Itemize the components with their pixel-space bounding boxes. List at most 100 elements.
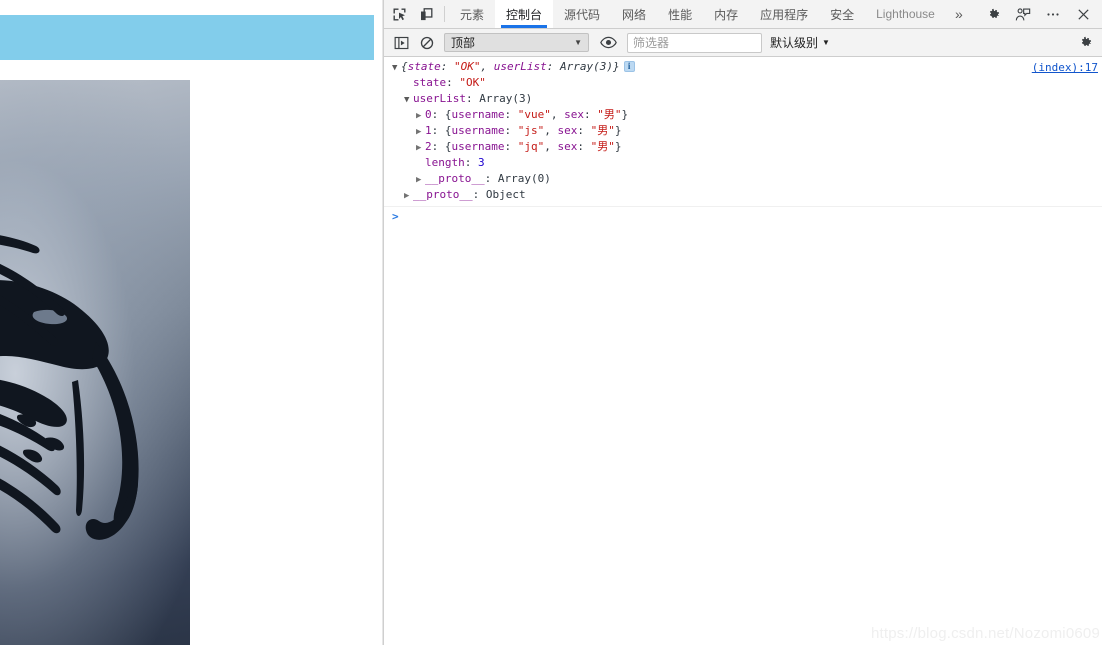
tab-label: 网络 bbox=[622, 6, 646, 23]
console-token: state bbox=[408, 60, 441, 73]
web-page-viewport bbox=[0, 0, 383, 645]
console-message-group: ▼{state: "OK", userList: Array(3)}i▶stat… bbox=[384, 57, 1102, 207]
console-level-value: 默认级别 bbox=[770, 34, 818, 51]
console-token: 2 bbox=[425, 140, 432, 153]
disclosure-triangle-closed-icon[interactable]: ▶ bbox=[404, 188, 413, 204]
console-token: : { bbox=[432, 124, 452, 137]
console-token: , bbox=[544, 124, 557, 137]
console-token: : bbox=[466, 92, 479, 105]
console-output[interactable]: ▼{state: "OK", userList: Array(3)}i▶stat… bbox=[384, 57, 1102, 645]
console-token: length bbox=[425, 156, 465, 169]
console-token: } bbox=[615, 124, 622, 137]
tab-label: 安全 bbox=[830, 6, 854, 23]
disclosure-triangle-closed-icon[interactable]: ▶ bbox=[416, 124, 425, 140]
chevron-down-icon: ▼ bbox=[574, 38, 582, 47]
console-token: sex bbox=[557, 124, 577, 137]
console-token: __proto__ bbox=[413, 188, 473, 201]
console-token: Object bbox=[486, 188, 526, 201]
console-token: 1 bbox=[425, 124, 432, 137]
console-sidebar-icon[interactable] bbox=[388, 30, 414, 56]
console-token: "OK" bbox=[459, 76, 486, 89]
settings-gear-icon[interactable] bbox=[978, 0, 1008, 28]
disclosure-triangle-closed-icon[interactable]: ▶ bbox=[416, 172, 425, 188]
disclosure-triangle-open-icon[interactable]: ▼ bbox=[404, 92, 413, 108]
console-token: 3 bbox=[478, 156, 485, 169]
console-token: : bbox=[577, 124, 590, 137]
console-token: { bbox=[401, 60, 408, 73]
tabbar-separator bbox=[444, 6, 445, 22]
console-object-tree[interactable]: ▼{state: "OK", userList: Array(3)}i▶stat… bbox=[384, 59, 1102, 203]
tab-performance[interactable]: 性能 bbox=[657, 0, 703, 28]
console-filter-input[interactable] bbox=[627, 33, 762, 53]
watermark-text: https://blog.csdn.net/Nozomi0609 bbox=[871, 625, 1100, 642]
tab-label: 性能 bbox=[668, 6, 692, 23]
console-tree-line[interactable]: ▶__proto__: Array(0) bbox=[384, 171, 1102, 187]
tab-application[interactable]: 应用程序 bbox=[749, 0, 819, 28]
console-level-select[interactable]: 默认级别 ▼ bbox=[770, 34, 830, 51]
disclosure-triangle-closed-icon[interactable]: ▶ bbox=[416, 140, 425, 156]
console-tree-line[interactable]: ▶length: 3 bbox=[384, 155, 1102, 171]
tab-security[interactable]: 安全 bbox=[819, 0, 865, 28]
feedback-icon[interactable] bbox=[1008, 0, 1038, 28]
console-token: : bbox=[547, 60, 560, 73]
execution-context-select[interactable]: 顶部 ▼ bbox=[444, 33, 589, 52]
tabbar-actions bbox=[978, 0, 1102, 28]
console-tree-line[interactable]: ▶state: "OK" bbox=[384, 75, 1102, 91]
live-expression-icon[interactable] bbox=[595, 30, 621, 56]
more-options-icon[interactable] bbox=[1038, 0, 1068, 28]
console-token: "OK" bbox=[454, 60, 481, 73]
console-tree-line[interactable]: ▶__proto__: Object bbox=[384, 187, 1102, 203]
disclosure-spacer: ▶ bbox=[416, 156, 425, 172]
console-settings-icon[interactable] bbox=[1072, 30, 1098, 56]
clear-console-icon[interactable] bbox=[414, 30, 440, 56]
close-devtools-icon[interactable] bbox=[1068, 0, 1098, 28]
console-token: } bbox=[615, 140, 622, 153]
tab-label: 控制台 bbox=[506, 6, 542, 23]
console-token: username bbox=[452, 124, 505, 137]
devtools-panel: 元素 控制台 源代码 网络 性能 内存 应用程序 安全 Lighthouse » bbox=[383, 0, 1102, 645]
console-token: : bbox=[473, 188, 486, 201]
disclosure-spacer: ▶ bbox=[404, 76, 413, 92]
console-tree-line[interactable]: ▼{state: "OK", userList: Array(3)}i bbox=[384, 59, 1102, 75]
console-token: Array(3) bbox=[560, 60, 613, 73]
console-token: , bbox=[544, 140, 557, 153]
console-token: userList bbox=[413, 92, 466, 105]
console-token: : bbox=[577, 140, 590, 153]
device-toolbar-icon[interactable] bbox=[413, 0, 440, 28]
console-token: "vue" bbox=[518, 108, 551, 121]
tab-label: 应用程序 bbox=[760, 6, 808, 23]
console-token: } bbox=[621, 108, 628, 121]
console-token: username bbox=[452, 108, 505, 121]
tab-console[interactable]: 控制台 bbox=[495, 0, 553, 28]
console-token: Array(3) bbox=[479, 92, 532, 105]
console-token: "jq" bbox=[518, 140, 545, 153]
console-token: : bbox=[485, 172, 498, 185]
console-tree-line[interactable]: ▶1: {username: "js", sex: "男"} bbox=[384, 123, 1102, 139]
tab-network[interactable]: 网络 bbox=[611, 0, 657, 28]
console-tree-line[interactable]: ▶2: {username: "jq", sex: "男"} bbox=[384, 139, 1102, 155]
tab-elements[interactable]: 元素 bbox=[449, 0, 495, 28]
chevron-down-icon: ▼ bbox=[822, 38, 830, 47]
inspect-element-icon[interactable] bbox=[386, 0, 413, 28]
console-tree-line[interactable]: ▶0: {username: "vue", sex: "男"} bbox=[384, 107, 1102, 123]
console-prompt-row[interactable]: > bbox=[384, 207, 1102, 225]
console-token: : bbox=[446, 76, 459, 89]
source-location-link[interactable]: (index):17 bbox=[1032, 61, 1098, 74]
console-toolbar-actions bbox=[1072, 30, 1098, 56]
disclosure-triangle-open-icon[interactable]: ▼ bbox=[392, 60, 401, 76]
execution-context-value: 顶部 bbox=[451, 34, 475, 51]
tab-label: 源代码 bbox=[564, 6, 600, 23]
more-tabs-icon[interactable]: » bbox=[946, 0, 972, 28]
info-badge-icon[interactable]: i bbox=[624, 61, 635, 72]
console-token: , bbox=[481, 60, 494, 73]
console-token: sex bbox=[564, 108, 584, 121]
console-token: : bbox=[504, 124, 517, 137]
console-tree-line[interactable]: ▼userList: Array(3) bbox=[384, 91, 1102, 107]
disclosure-triangle-closed-icon[interactable]: ▶ bbox=[416, 108, 425, 124]
tab-label: Lighthouse bbox=[876, 7, 935, 21]
devtools-tabbar: 元素 控制台 源代码 网络 性能 内存 应用程序 安全 Lighthouse » bbox=[384, 0, 1102, 29]
tab-memory[interactable]: 内存 bbox=[703, 0, 749, 28]
tab-lighthouse[interactable]: Lighthouse bbox=[865, 0, 946, 28]
console-token: : bbox=[504, 108, 517, 121]
tab-sources[interactable]: 源代码 bbox=[553, 0, 611, 28]
